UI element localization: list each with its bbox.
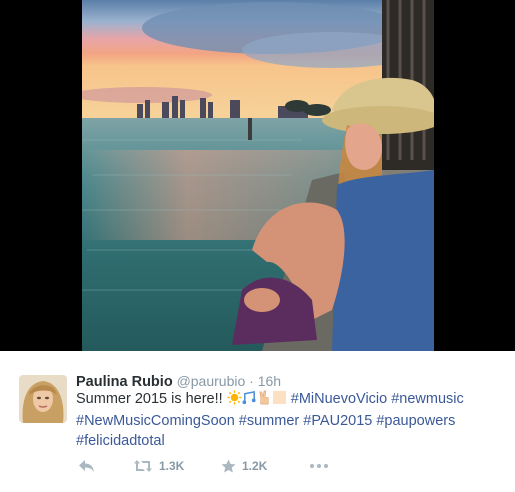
- hashtag[interactable]: #summer: [239, 413, 299, 429]
- hashtag[interactable]: #newmusic: [391, 391, 464, 407]
- tweet-timestamp[interactable]: 16h: [258, 373, 281, 389]
- tweet-header: Paulina Rubio @paurubio · 16h: [76, 373, 281, 390]
- profile-photo-image: [19, 375, 67, 423]
- header-separator: ·: [249, 373, 254, 389]
- retweet-button[interactable]: 1.3K: [133, 459, 221, 473]
- retweet-icon: [134, 460, 152, 472]
- hashtag[interactable]: #MiNuevoVicio: [291, 391, 387, 407]
- hashtag[interactable]: #PAU2015: [303, 413, 372, 429]
- peace-hand-emoji: [257, 390, 272, 411]
- tweet-media[interactable]: [0, 0, 515, 351]
- tweet-photo[interactable]: [82, 0, 434, 351]
- hashtag[interactable]: #paupowers: [376, 413, 455, 429]
- sun-emoji: [227, 390, 242, 411]
- tweet: Paulina Rubio @paurubio · 16h Summer 201…: [0, 351, 515, 492]
- reply-button[interactable]: [78, 459, 133, 473]
- star-icon: [221, 459, 236, 473]
- skin-tone-block-emoji: [272, 390, 287, 411]
- author-handle[interactable]: @paurubio: [177, 373, 246, 389]
- more-dots-icon: [310, 464, 328, 468]
- hashtag[interactable]: #felicidadtotal: [76, 433, 165, 449]
- reply-icon: [79, 460, 94, 472]
- favorite-count: 1.2K: [242, 459, 268, 473]
- favorite-button[interactable]: 1.2K: [221, 459, 309, 473]
- retweet-count: 1.3K: [159, 459, 185, 473]
- author-name[interactable]: Paulina Rubio: [76, 374, 173, 390]
- tweet-actions: 1.3K 1.2K: [78, 455, 329, 477]
- avatar[interactable]: [19, 375, 67, 423]
- tweet-text-lead: Summer 2015 is here!!: [76, 391, 223, 407]
- hashtag[interactable]: #NewMusicComingSoon: [76, 413, 235, 429]
- music-notes-emoji: [242, 390, 257, 411]
- sunset-photo-image: [82, 0, 434, 351]
- tweet-text: Summer 2015 is here!! #MiNuevoVicio #new…: [76, 389, 496, 451]
- more-button[interactable]: [309, 463, 329, 469]
